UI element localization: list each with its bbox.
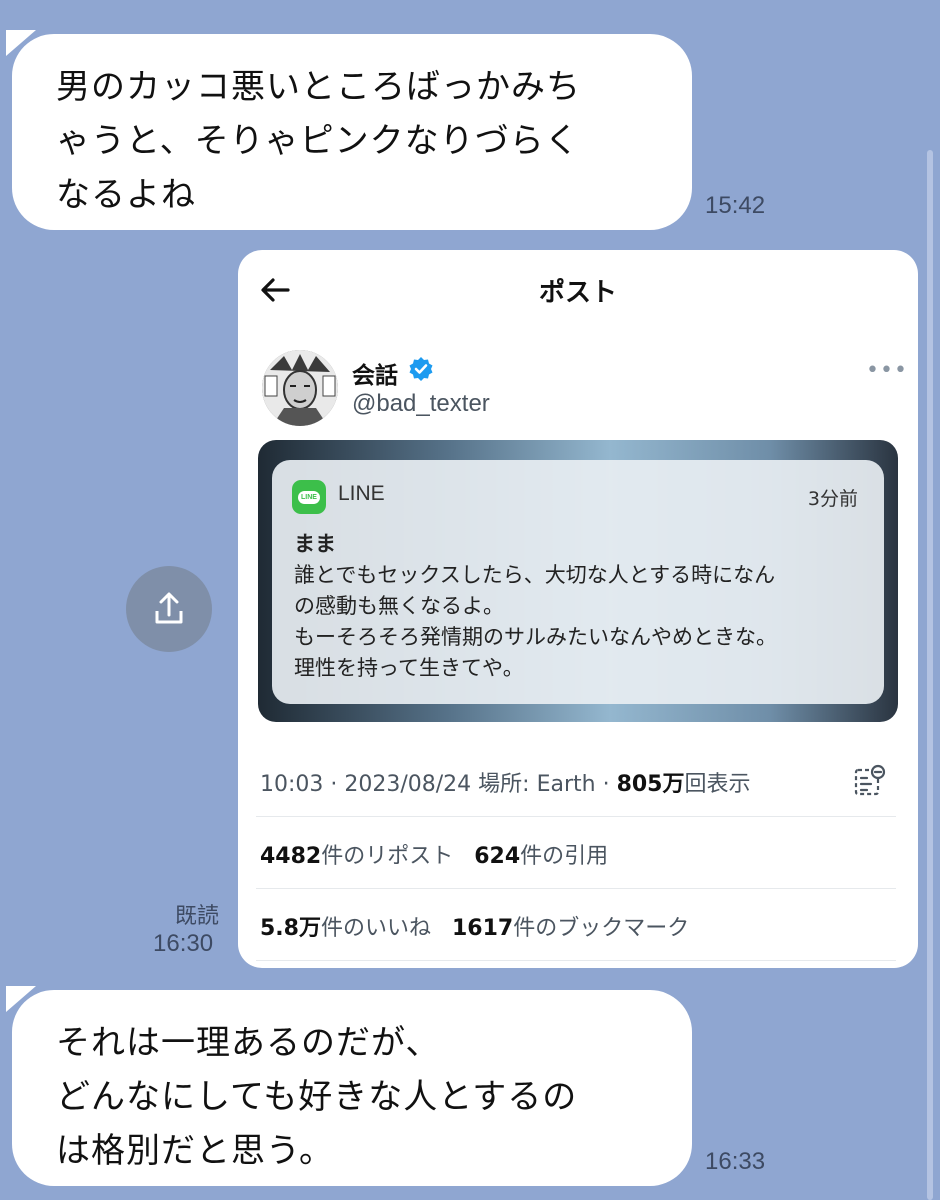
share-icon: [155, 592, 183, 624]
bookmark-label: 件のブックマーク: [513, 916, 690, 941]
verified-badge-icon: [409, 357, 433, 381]
notification-time: 3分前: [807, 488, 858, 510]
divider: [256, 888, 896, 889]
like-count[interactable]: 5.8万: [260, 916, 321, 941]
notification-body: 誰とでもセックスしたら、大切な人とする時になん の感動も無くなるよ。 もーそろそ…: [294, 560, 777, 684]
post-title: ポスト: [538, 278, 617, 308]
message-line: は格別だと思う。: [56, 1131, 334, 1171]
post-meta: 10:03 · 2023/08/24 場所: Earth · 805万回表示: [260, 766, 751, 798]
notification-line: もーそろそろ発情期のサルみたいなんやめときな。: [294, 625, 777, 649]
scrollbar[interactable]: [927, 150, 933, 1200]
repost-quote-stats: 4482件のリポスト 624件の引用: [260, 838, 608, 870]
quote-count[interactable]: 624: [474, 844, 520, 869]
line-app-icon: LINE: [292, 480, 326, 514]
repost-label: 件のリポスト: [321, 844, 454, 869]
message-line: 男のカッコ悪いところばっかみち: [56, 67, 581, 107]
message-line: それは一理あるのだが、: [56, 1023, 441, 1063]
view-count: 805万: [616, 772, 685, 797]
divider: [256, 960, 896, 961]
user-name[interactable]: 会話: [352, 356, 398, 390]
bubble-tail: [6, 986, 36, 1012]
avatar: [262, 350, 338, 426]
like-label: 件のいいね: [320, 916, 431, 941]
post-media-image[interactable]: LINE LINE 3分前 まま 誰とでもセックスしたら、大切な人とする時になん…: [258, 440, 898, 722]
message-bubble-received[interactable]: それは一理あるのだが、 どんなにしても好きな人とするの は格別だと思う。: [6, 986, 692, 1186]
like-bookmark-stats: 5.8万件のいいね 1617件のブックマーク: [260, 910, 689, 942]
bubble-tail: [6, 30, 36, 56]
message-bubble-received[interactable]: 男のカッコ悪いところばっかみち ゃうと、そりゃピンクなりづらく なるよね: [6, 30, 692, 230]
message-time: 15:42: [705, 192, 766, 219]
line-notification: LINE LINE 3分前 まま 誰とでもセックスしたら、大切な人とする時になん…: [272, 460, 884, 704]
notification-line: の感動も無くなるよ。: [294, 594, 504, 618]
notification-line: 理性を持って生きてや。: [294, 656, 524, 680]
line-logo-text: LINE: [298, 490, 320, 504]
message-line: なるよね: [56, 175, 196, 215]
view-count-label: 回表示: [684, 772, 751, 797]
read-receipt: 既読: [175, 904, 220, 929]
divider: [256, 816, 896, 817]
post-datetime: 10:03 · 2023/08/24 場所: Earth ·: [260, 772, 617, 797]
more-options-icon[interactable]: •••: [866, 358, 908, 383]
notification-line: 誰とでもセックスしたら、大切な人とする時になん: [294, 563, 776, 587]
bookmark-count[interactable]: 1617: [452, 916, 513, 941]
notification-sender: まま: [294, 532, 336, 556]
post-screenshot-card[interactable]: ポスト 会話 @bad_texter ••• LINE LINE 3分前 まま …: [238, 250, 918, 968]
repost-count[interactable]: 4482: [260, 844, 321, 869]
message-time: 16:33: [705, 1148, 766, 1175]
message-line: どんなにしても好きな人とするの: [56, 1077, 578, 1117]
post-header: ポスト: [238, 250, 918, 330]
share-button[interactable]: [126, 566, 212, 652]
analytics-icon[interactable]: [853, 764, 887, 798]
sent-time: 16:30: [153, 930, 214, 957]
quote-label: 件の引用: [520, 844, 609, 869]
notification-app-name: LINE: [338, 482, 385, 505]
message-line: ゃうと、そりゃピンクなりづらく: [56, 121, 580, 161]
user-handle[interactable]: @bad_texter: [352, 390, 490, 418]
